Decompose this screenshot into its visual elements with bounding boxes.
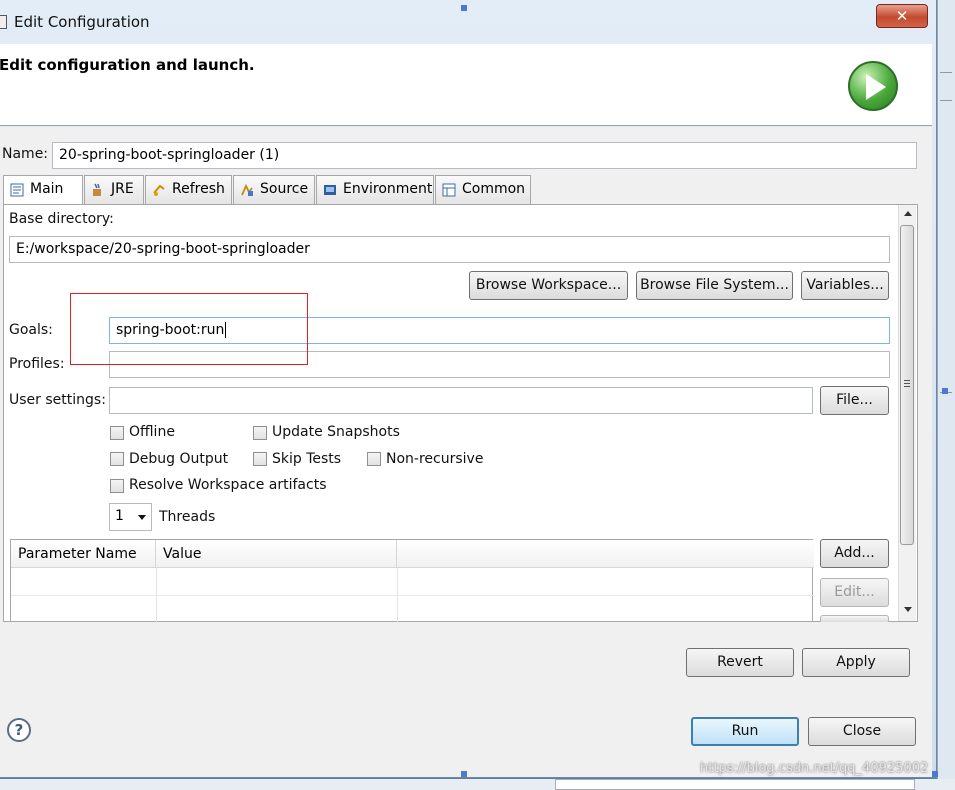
environment-icon [324,185,336,195]
browse-workspace-button[interactable]: Browse Workspace... [469,271,628,300]
tab-common[interactable]: Common [435,175,531,204]
tab-environment-label: Environment [343,181,433,197]
scroll-thumb[interactable] [900,225,914,545]
user-settings-input[interactable] [109,387,813,414]
resolve-workspace-label: Resolve Workspace artifacts [129,477,327,493]
profiles-label: Profiles: [9,356,65,372]
tab-jre-label: JRE [111,181,134,197]
tab-refresh-label: Refresh [172,181,225,197]
tab-common-label: Common [462,181,526,197]
update-snapshots-label: Update Snapshots [272,424,400,440]
resize-handle-bottom [461,771,467,777]
close-icon: ✕ [895,7,909,25]
source-icon [241,183,253,196]
column-parameter-name[interactable]: Parameter Name [11,540,156,568]
run-button[interactable]: Run [691,717,799,746]
non-recursive-label: Non-recursive [386,451,484,467]
window-title: Edit Configuration [14,13,150,31]
background-window-edge [937,0,955,790]
resolve-workspace-checkbox[interactable] [110,479,124,493]
resize-handle-top [461,5,467,11]
parameter-table[interactable]: Parameter Name Value [10,539,814,623]
title-bar[interactable]: Edit Configuration ✕ [0,0,937,44]
jre-icon [93,183,101,196]
scroll-down-icon [904,607,912,612]
user-settings-label: User settings: [9,392,106,408]
base-directory-label: Base directory: [9,211,114,227]
offline-label: Offline [129,424,175,440]
goals-label: Goals: [9,322,53,338]
revert-button[interactable]: Revert [686,648,794,677]
header-description: Edit configuration and launch. [0,56,255,74]
edit-parameter-button[interactable]: Edit... [820,578,889,607]
skip-tests-checkbox[interactable] [253,452,267,466]
background-taskbar-edge [0,779,955,790]
close-button[interactable]: Close [808,717,916,746]
watermark: https://blog.csdn.net/qq_40925002 [700,761,929,776]
tab-source-label: Source [260,181,309,197]
tab-source[interactable]: Source [233,175,315,204]
resize-handle-right [942,388,948,394]
name-input[interactable]: 20-spring-boot-springloader (1) [52,142,917,169]
name-label: Name: [2,146,49,162]
column-filler [397,540,814,568]
main-tab-icon [10,183,24,197]
highlight-annotation-box [70,293,308,365]
threads-select[interactable]: 1 [109,503,152,531]
app-icon [0,15,7,29]
threads-value: 1 [115,508,124,524]
apply-button[interactable]: Apply [802,648,910,677]
base-directory-input[interactable]: E:/workspace/20-spring-boot-springloader [9,236,890,263]
column-value[interactable]: Value [156,540,397,568]
dialog-header: Edit configuration and launch. [0,44,932,126]
update-snapshots-checkbox[interactable] [253,426,267,440]
tab-strip: Main JRE Refresh Source Environment Comm… [3,175,918,205]
refresh-icon [153,184,165,196]
close-window-button[interactable]: ✕ [876,4,928,28]
debug-output-checkbox[interactable] [110,452,124,466]
add-parameter-button[interactable]: Add... [820,539,889,568]
offline-checkbox[interactable] [110,426,124,440]
launch-icon [848,61,898,111]
variables-button[interactable]: Variables... [801,271,889,300]
tab-jre[interactable]: JRE [84,175,144,204]
browse-file-system-button[interactable]: Browse File System... [636,271,793,300]
remove-parameter-button-partial[interactable] [820,615,889,622]
chevron-down-icon [138,515,146,520]
tab-environment[interactable]: Environment [316,175,434,204]
tab-main[interactable]: Main [3,175,83,205]
debug-output-label: Debug Output [129,451,229,467]
help-icon[interactable]: ? [7,718,31,742]
scroll-up-icon [904,211,912,216]
tab-main-label: Main [30,181,64,197]
tab-refresh[interactable]: Refresh [145,175,232,204]
common-icon [442,183,456,197]
threads-label: Threads [159,509,216,525]
file-button[interactable]: File... [820,386,889,415]
resize-handle-corner [932,771,938,777]
skip-tests-label: Skip Tests [272,451,342,467]
non-recursive-checkbox[interactable] [367,452,381,466]
